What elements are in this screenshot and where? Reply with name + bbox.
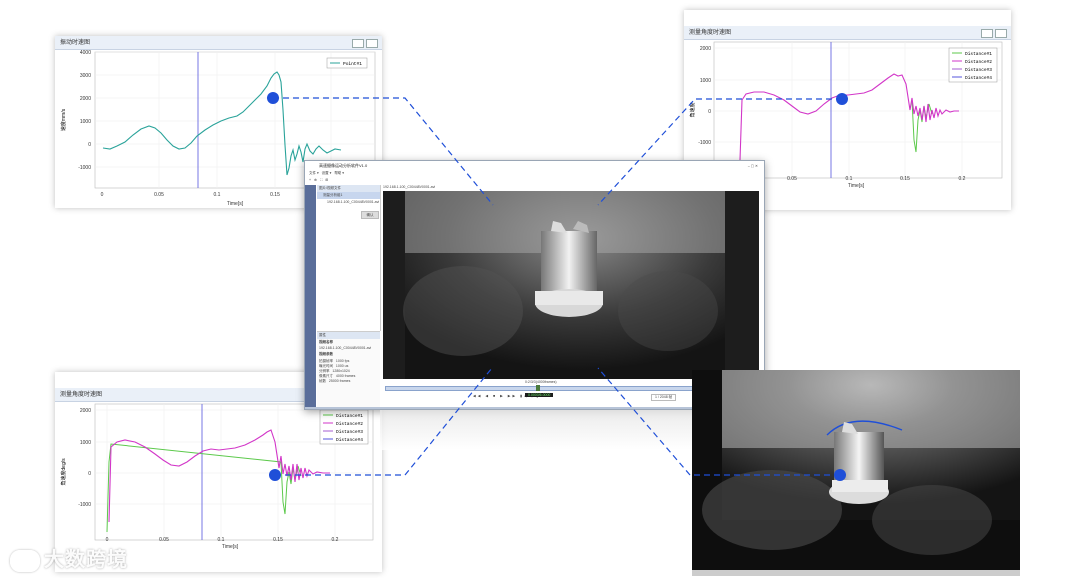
video-image	[383, 191, 759, 379]
xtick: 0.15	[900, 176, 910, 182]
ytick: 3000	[80, 73, 91, 79]
menu-bar: 文件 ▾ 设置 ▾ 帮助 ▾	[309, 171, 345, 175]
xtick: 0.05	[154, 192, 164, 198]
legend-label: Distance#4	[965, 75, 992, 81]
watermark: 大数跨境	[10, 543, 128, 572]
ytick: 0	[88, 471, 91, 477]
tree-header: 图片/视频文件	[317, 185, 380, 192]
props-name-label: 视频名称	[319, 340, 333, 344]
plot-bl-chart: 2000 1000 0 -1000 0 0.05 0.1 0.15 0.2 Ti…	[60, 403, 374, 550]
y-axis-label: 角速度deg/s	[60, 458, 67, 486]
y-axis-label: 速度mm/s	[60, 108, 67, 131]
video-frame	[383, 191, 759, 379]
ytick: -1000	[78, 165, 91, 171]
plot-title-bar: 测量角度时速图	[684, 26, 1011, 40]
x-axis-label: Time[s]	[222, 544, 239, 550]
ytick: 1000	[700, 78, 711, 84]
prop-row: 帧数 25000 frames	[319, 379, 351, 383]
x-axis-label: Time[s]	[848, 183, 865, 189]
time-counter: 0.0000/6.0000	[525, 393, 554, 397]
drill-photo	[692, 370, 1020, 576]
confirm-button[interactable]: 确认	[361, 211, 379, 219]
legend-label: Point#1	[343, 61, 362, 67]
ytick: 1000	[80, 119, 91, 125]
slider-thumb[interactable]	[536, 385, 540, 391]
left-nav-strip	[305, 185, 316, 407]
menu-settings[interactable]: 设置	[322, 171, 329, 175]
xtick: 0.1	[218, 537, 225, 543]
legend-label: Distance#2	[965, 59, 992, 65]
tree-item-group[interactable]: 测量分析组1	[317, 192, 380, 199]
legend-label: Distance#1	[336, 413, 363, 419]
xtick: 0	[101, 192, 104, 198]
minimize-button[interactable]	[352, 39, 364, 48]
ytick: -1000	[698, 140, 711, 146]
xtick: 0.2	[332, 537, 339, 543]
menu-help[interactable]: 帮助	[334, 171, 341, 175]
props-header: 属性	[317, 332, 380, 339]
page-indicator: 1 / 2048 帧	[651, 394, 677, 401]
plot-title: 振动时速图	[60, 40, 91, 46]
ytick: 2000	[700, 46, 711, 52]
minimize-button[interactable]	[981, 29, 993, 38]
video-caption: 192.168.1.100_C00448V0001.avi	[383, 185, 436, 189]
xtick: 0.2	[959, 176, 966, 182]
ytick: 2000	[80, 96, 91, 102]
window-controls[interactable]: – ▢ ✕	[748, 161, 758, 171]
ytick: 1000	[80, 440, 91, 446]
legend-label: Distance#2	[336, 421, 363, 427]
xtick: 0.15	[270, 192, 280, 198]
restore-button[interactable]	[995, 29, 1007, 38]
props-file: 192.168.1.100_C00448V0001.avi	[319, 346, 372, 350]
plot-title: 测量角度时速图	[60, 392, 103, 398]
xtick: 0.15	[273, 537, 283, 543]
watermark-logo-icon	[10, 549, 40, 572]
ytick: 0	[88, 142, 91, 148]
toolbar: +⊕⛶⊞	[309, 178, 332, 182]
x-axis-label: Time[s]	[227, 201, 244, 207]
props-section: 视频参数	[319, 352, 333, 356]
window-title: 高速摄像运动分析软件V1.0	[319, 163, 368, 168]
menu-file[interactable]: 文件	[309, 171, 316, 175]
xtick: 0.1	[846, 176, 853, 182]
legend-label: Distance#1	[965, 51, 992, 57]
legend-label: Distance#4	[336, 437, 363, 443]
xtick: 0.05	[159, 537, 169, 543]
y-axis-label: 角速度	[689, 102, 696, 117]
tree-item-file[interactable]: 192.168.1.100_C00448V0001.avi	[317, 199, 380, 205]
xtick: 0.1	[214, 192, 221, 198]
properties-panel: 属性 视频名称 192.168.1.100_C00448V0001.avi 视频…	[317, 331, 380, 408]
legend-label: Distance#3	[965, 67, 992, 73]
window-title-bar: 高速摄像运动分析软件V1.0 – ▢ ✕	[305, 161, 764, 171]
watermark-text: 大数跨境	[44, 549, 128, 571]
plot-title-bar: 振动时速图	[55, 36, 382, 50]
file-tree-panel: 图片/视频文件 测量分析组1 192.168.1.100_C00448V0001…	[317, 185, 381, 331]
ytick: -1000	[78, 502, 91, 508]
frame-label: 0:2/3/3(4000frames)	[525, 380, 557, 384]
ytick: 0	[708, 109, 711, 115]
photo-bottom-right	[692, 370, 1020, 576]
legend-label: Distance#3	[336, 429, 363, 435]
restore-button[interactable]	[366, 39, 378, 48]
ytick: 2000	[80, 408, 91, 414]
plot-title: 测量角度时速图	[689, 30, 732, 36]
xtick: 0.05	[787, 176, 797, 182]
ytick: 4000	[80, 50, 91, 56]
